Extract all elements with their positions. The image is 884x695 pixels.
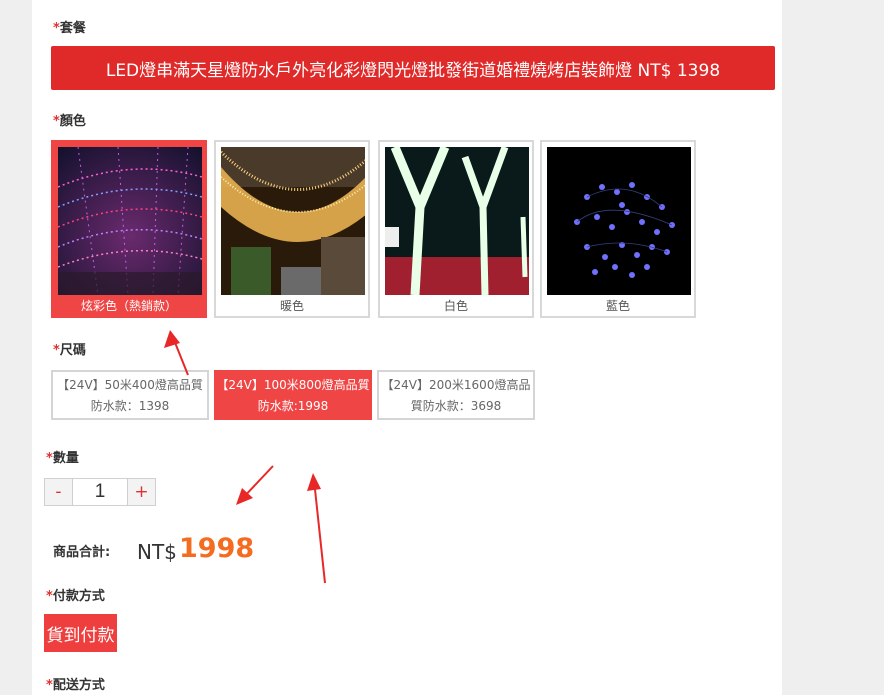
shipping-label-text: 配送方式 — [52, 678, 105, 693]
white-lights-image — [385, 147, 529, 295]
blue-lights-image — [547, 147, 691, 295]
shipping-label: *配送方式 — [46, 674, 105, 693]
color-option-label: 暖色 — [279, 299, 304, 313]
size-option-line1: 【24V】200米1600燈高品 — [381, 378, 531, 392]
total-label: 商品合計: — [53, 545, 111, 560]
color-option-warm[interactable]: 暖色 — [214, 140, 370, 318]
quantity-decrease-button[interactable]: - — [45, 479, 73, 505]
required-mark: * — [46, 451, 53, 466]
quantity-stepper: - + — [44, 478, 156, 506]
warm-lights-image — [221, 147, 365, 295]
color-option-blue[interactable]: 藍色 — [540, 140, 696, 318]
size-option-line2: 防水款：1398 — [90, 399, 170, 413]
quantity-label-text: 數量 — [52, 451, 79, 466]
size-option-50m[interactable]: 【24V】50米400燈高品質 防水款：1398 — [51, 370, 209, 420]
package-label: *套餐 — [53, 17, 86, 36]
size-label-text: 尺碼 — [59, 343, 86, 358]
package-option-button[interactable]: LED燈串滿天星燈防水戶外亮化彩燈閃光燈批發街道婚禮燒烤店裝飾燈 NT$ 139… — [51, 46, 775, 90]
total-currency: NT$ — [137, 540, 177, 564]
required-mark: * — [46, 589, 53, 604]
size-option-line1: 【24V】100米800燈高品質 — [216, 378, 370, 392]
color-option-white[interactable]: 白色 — [378, 140, 534, 318]
quantity-label: *數量 — [46, 447, 79, 466]
color-option-colorful[interactable]: 炫彩色（熱銷款） — [51, 140, 207, 318]
quantity-input[interactable] — [73, 479, 127, 505]
color-label: *顏色 — [53, 110, 86, 129]
color-option-label: 炫彩色（熱銷款） — [80, 299, 177, 313]
payment-option-cod-button[interactable]: 貨到付款 — [44, 614, 117, 652]
quantity-increase-button[interactable]: + — [127, 479, 155, 505]
color-label-text: 顏色 — [59, 114, 86, 129]
payment-label: *付款方式 — [46, 585, 105, 604]
size-option-100m[interactable]: 【24V】100米800燈高品質 防水款:1998 — [214, 370, 372, 420]
colorful-lights-image — [58, 147, 202, 295]
required-mark: * — [53, 21, 60, 36]
payment-label-text: 付款方式 — [52, 589, 105, 604]
package-label-text: 套餐 — [59, 21, 86, 36]
order-form-panel — [32, 0, 782, 695]
size-option-line2: 質防水款：3698 — [410, 399, 502, 413]
size-option-line2: 防水款:1998 — [257, 399, 329, 413]
size-label: *尺碼 — [53, 339, 86, 358]
required-mark: * — [46, 678, 53, 693]
required-mark: * — [53, 343, 60, 358]
required-mark: * — [53, 114, 60, 129]
size-option-line1: 【24V】50米400燈高品質 — [57, 378, 203, 392]
size-option-200m[interactable]: 【24V】200米1600燈高品 質防水款：3698 — [377, 370, 535, 420]
color-option-label: 白色 — [443, 299, 468, 313]
total-amount: 1998 — [179, 533, 255, 564]
color-option-label: 藍色 — [605, 299, 630, 313]
